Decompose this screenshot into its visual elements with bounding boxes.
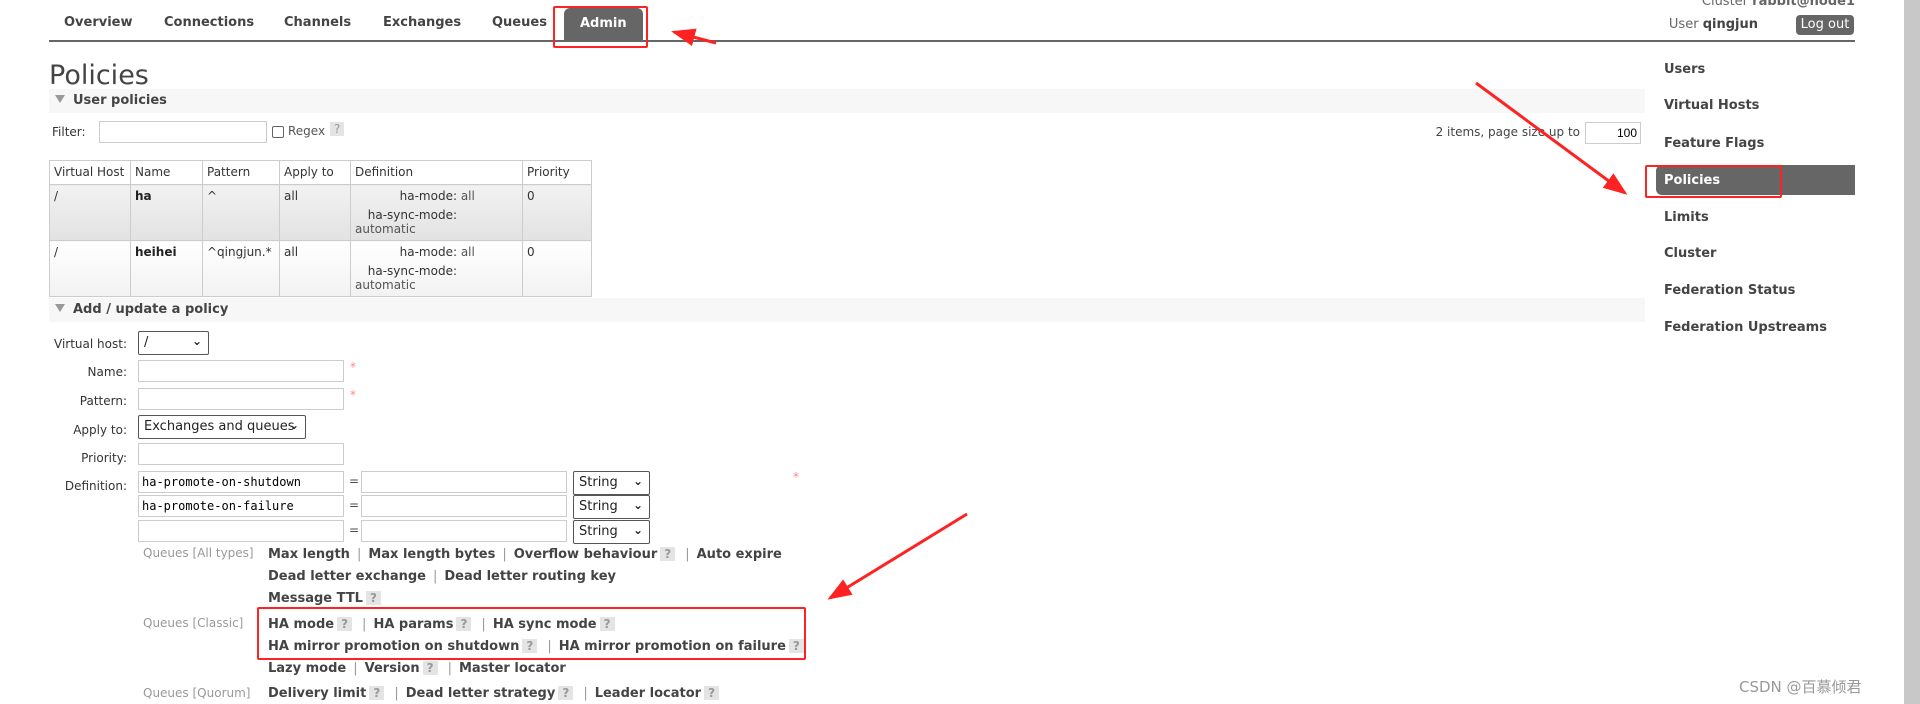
watermark: CSDN @百慕倾君 xyxy=(1739,678,1862,696)
arrow-icon xyxy=(671,28,717,47)
arrow-icon xyxy=(1475,81,1628,195)
annotation-arrows xyxy=(671,28,1628,600)
arrow-icon xyxy=(827,512,968,600)
